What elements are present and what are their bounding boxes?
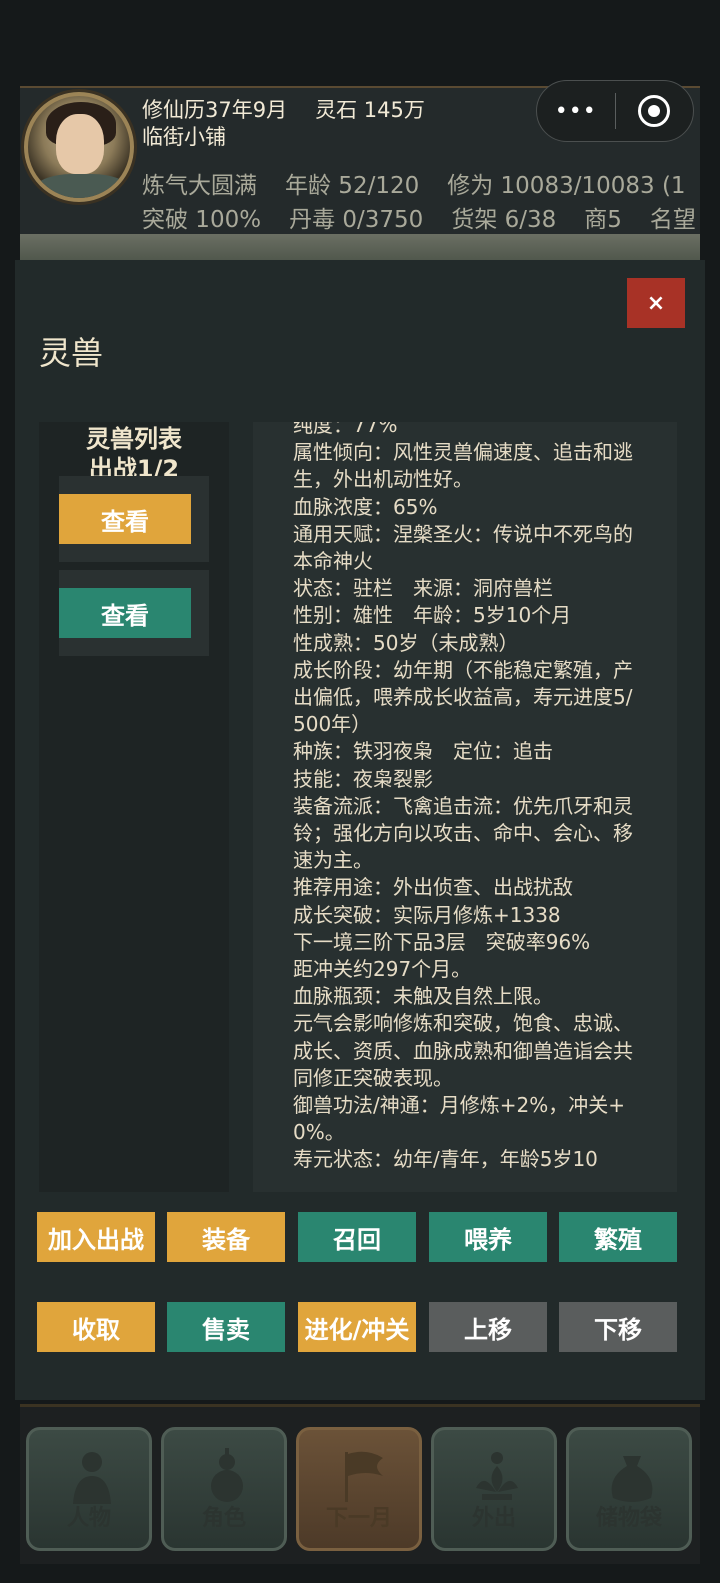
- spirit-beast-modal: × 灵兽 灵兽列表 出战1/2 查看 查看 纯度：77% 属性倾向：风性灵兽偏速度…: [15, 260, 705, 1400]
- merchant: 商5: [584, 207, 622, 233]
- equip-button[interactable]: 装备: [167, 1212, 285, 1262]
- feed-button[interactable]: 喂养: [429, 1212, 547, 1262]
- header-top-line: 修仙历37年9月 灵石 145万: [142, 94, 425, 124]
- detail-line: 状态：驻栏 来源：洞府兽栏: [293, 576, 553, 601]
- recall-button[interactable]: 召回: [298, 1212, 416, 1262]
- stats-line-2: 突破 100% 丹毒 0/3750 货架 6/38 商5 名望: [142, 200, 720, 234]
- target-ring: [638, 95, 671, 127]
- beast-list-title: 灵兽列表 出战1/2: [39, 424, 229, 484]
- detail-line: 种族：铁羽夜枭 定位：追击: [293, 739, 553, 764]
- deploy-button[interactable]: 加入出战: [37, 1212, 155, 1262]
- detail-line: 性别：雄性 年龄：5岁10个月: [293, 603, 572, 628]
- bottom-nav: 人物 角色 下一月 外出 储物袋: [20, 1404, 700, 1564]
- detail-line: 装备流派：飞禽追击流：优先爪牙和灵铃；强化方向以攻击、命中、会心、移速为主。: [293, 793, 633, 873]
- cultivation: 修为 10083/10083 (1: [447, 173, 686, 199]
- detail-line: 通用天赋：涅槃圣火：传说中不死鸟的本命神火: [293, 521, 633, 574]
- nav-label: 外出: [471, 1506, 516, 1531]
- detail-line: 性成熟：50岁（未成熟）: [293, 630, 519, 655]
- detail-line: 御兽功法/神通：月修炼+2%，冲关+0%。: [293, 1093, 625, 1145]
- bag-icon: [611, 1456, 653, 1502]
- avatar-face: [56, 114, 104, 174]
- flag-icon: [345, 1451, 383, 1502]
- detail-line: 成长突破：实际月修炼+1338: [293, 902, 561, 927]
- move-down-button[interactable]: 下移: [559, 1302, 677, 1352]
- nav-next-month[interactable]: 下一月: [296, 1427, 422, 1551]
- detail-line: 技能：夜枭裂影: [293, 766, 433, 791]
- sell-button[interactable]: 售卖: [167, 1302, 285, 1352]
- evolve-button[interactable]: 进化/冲关: [298, 1302, 416, 1352]
- collect-button[interactable]: 收取: [37, 1302, 155, 1352]
- spirit-stones: 灵石 145万: [315, 98, 425, 122]
- person-icon: [73, 1452, 111, 1504]
- shelves: 货架 6/38: [451, 207, 557, 233]
- detail-line: 推荐用途：外出侦查、出战扰敌: [293, 875, 573, 900]
- detail-line: 寿元状态：幼年/青年，年龄5岁10: [293, 1147, 598, 1172]
- breed-button[interactable]: 繁殖: [559, 1212, 677, 1262]
- more-dots-icon[interactable]: •••: [537, 99, 615, 124]
- breakthrough: 突破 100%: [142, 207, 262, 233]
- nav-go-out[interactable]: 外出: [431, 1427, 557, 1551]
- detail-line: 下一境三阶下品3层 突破率96%: [293, 929, 591, 954]
- detail-line: 血脉瓶颈：未触及自然上限。: [293, 984, 553, 1009]
- beast-detail-text: 纯度：77% 属性倾向：风性灵兽偏速度、追击和逃生，外出机动性好。 血脉浓度：65%…: [293, 422, 643, 1174]
- action-row-1: 加入出战 装备 召回 喂养 繁殖: [37, 1212, 677, 1262]
- fame: 名望: [649, 207, 696, 233]
- nav-role[interactable]: 角色: [161, 1427, 287, 1551]
- target-dot: [648, 105, 661, 117]
- action-row-2: 收取 售卖 进化/冲关 上移 下移: [37, 1302, 677, 1352]
- nav-label: 人物: [66, 1506, 111, 1531]
- shop-name: 临街小铺: [142, 125, 226, 149]
- detail-line: 距冲关约297个月。: [293, 957, 472, 982]
- age: 年龄 52/120: [285, 173, 420, 199]
- move-up-button[interactable]: 上移: [429, 1302, 547, 1352]
- detail-line: 纯度：77%: [293, 422, 398, 437]
- view-button[interactable]: 查看: [59, 494, 191, 544]
- detail-line: 属性倾向：风性灵兽偏速度、追击和逃生，外出机动性好。: [293, 440, 633, 492]
- calendar-date: 修仙历37年9月: [142, 98, 288, 122]
- lotus-icon: [476, 1452, 518, 1500]
- detail-line: 成长阶段：幼年期（不能稳定繁殖，产出偏低，喂养成长收益高，寿元进度5/500年）: [293, 657, 633, 737]
- beast-detail-panel[interactable]: 纯度：77% 属性倾向：风性灵兽偏速度、追击和逃生，外出机动性好。 血脉浓度：65%…: [253, 422, 677, 1192]
- list-item[interactable]: 查看: [59, 476, 209, 562]
- modal-title: 灵兽: [39, 334, 104, 372]
- avatar-body: [34, 174, 130, 198]
- nav-label: 下一月: [325, 1506, 392, 1531]
- list-item[interactable]: 查看: [59, 570, 209, 656]
- nav-person[interactable]: 人物: [26, 1427, 152, 1551]
- avatar[interactable]: [24, 92, 134, 202]
- stats-line-1: 炼气大圆满 年龄 52/120 修为 10083/10083 (1: [142, 166, 714, 200]
- detail-line: 元气会影响修炼和突破，饱食、忠诚、成长、资质、血脉成熟和御兽造诣会共同修正突破表…: [293, 1011, 633, 1090]
- nav-storage-bag[interactable]: 储物袋: [566, 1427, 692, 1551]
- target-icon[interactable]: [616, 95, 694, 127]
- realm: 炼气大圆满: [142, 173, 257, 199]
- gourd-icon: [211, 1448, 243, 1502]
- detail-line: 血脉浓度：65%: [293, 494, 438, 519]
- nav-label: 储物袋: [595, 1506, 662, 1531]
- close-button[interactable]: ×: [627, 278, 685, 328]
- poison: 丹毒 0/3750: [289, 207, 424, 233]
- view-button[interactable]: 查看: [59, 588, 191, 638]
- miniprogram-capsule: •••: [536, 80, 694, 142]
- list-title-label: 灵兽列表: [86, 425, 182, 453]
- nav-label: 角色: [201, 1506, 246, 1531]
- beast-list-panel: 灵兽列表 出战1/2 查看 查看: [39, 422, 229, 1192]
